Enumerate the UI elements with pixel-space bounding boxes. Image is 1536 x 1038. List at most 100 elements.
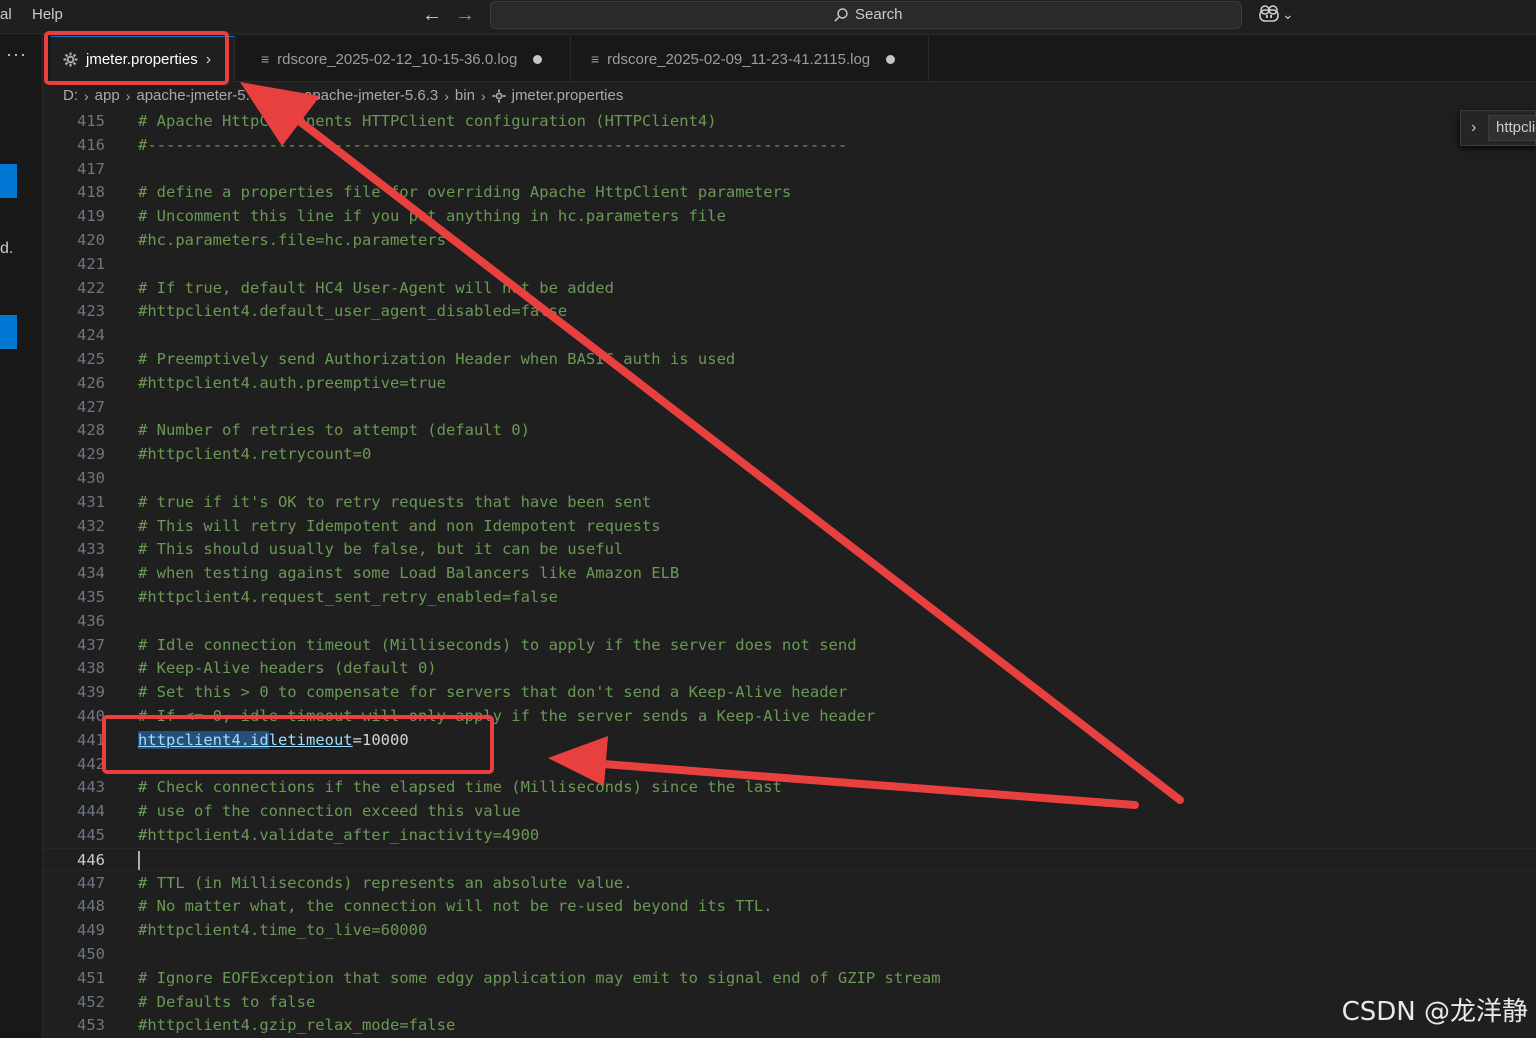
code-editor[interactable]: 415 # Apache HttpComponents HTTPClient co… (43, 108, 1536, 1038)
code-line[interactable]: 430 (43, 467, 1536, 490)
code-line[interactable]: 424 (43, 324, 1536, 347)
code-line[interactable]: 425 # Preemptively send Authorization Hea… (43, 348, 1536, 371)
find-input[interactable]: httpclient4.idletimeout (1488, 115, 1536, 141)
chevron-right-icon: › (444, 87, 449, 104)
breadcrumb-item[interactable]: apache-jmeter-5.6.3_1 (136, 87, 287, 104)
breadcrumb-item[interactable]: jmeter.properties (512, 87, 624, 104)
code-text: #httpclient4.request_sent_retry_enabled=… (138, 588, 558, 606)
active-indicator[interactable] (0, 315, 17, 349)
code-line[interactable]: 443 # Check connections if the elapsed ti… (43, 776, 1536, 799)
code-text: # If <= 0, idle timeout will only apply … (138, 707, 876, 725)
code-line[interactable]: 441 httpclient4.idletimeout=10000 (43, 729, 1536, 752)
code-line[interactable]: 447 # TTL (in Milliseconds) represents an… (43, 872, 1536, 895)
code-line[interactable]: 440 # If <= 0, idle timeout will only app… (43, 705, 1536, 728)
code-line[interactable]: 442 (43, 753, 1536, 776)
line-number: 429 (77, 445, 105, 464)
code-text: #httpclient4.time_to_live=60000 (138, 921, 428, 940)
tab-rdscore-log-1[interactable]: ≡ rdscore_2025-02-12_10-15-36.0.log (249, 36, 571, 82)
line-number: 427 (77, 397, 105, 416)
code-line[interactable]: 436 (43, 610, 1536, 633)
code-line[interactable]: 423 #httpclient4.default_user_agent_disab… (43, 300, 1536, 323)
code-text: # Defaults to false (138, 992, 316, 1011)
command-center-search[interactable]: Search (490, 1, 1242, 29)
chevron-right-icon: › (293, 87, 298, 104)
line-number: 418 (77, 183, 105, 202)
line-number: 419 (77, 207, 105, 226)
code-line[interactable]: 427 (43, 396, 1536, 419)
code-line[interactable]: 437 # Idle connection timeout (Millisecon… (43, 634, 1536, 657)
code-text: # Idle connection timeout (Milliseconds)… (138, 635, 857, 654)
line-number: 424 (77, 326, 105, 345)
code-line[interactable]: 432 # This will retry Idempotent and non … (43, 515, 1536, 538)
modified-dot-icon[interactable] (533, 54, 543, 64)
line-number: 434 (77, 564, 105, 583)
code-line[interactable]: 452 # Defaults to false (43, 991, 1536, 1014)
code-text: # Check connections if the elapsed time … (138, 778, 782, 797)
menu-item-partial[interactable]: al (0, 6, 12, 23)
arrow-left-icon[interactable]: ← (422, 4, 442, 26)
code-text: #httpclient4.gzip_relax_mode=false (138, 1016, 456, 1035)
breadcrumb-item[interactable]: bin (455, 87, 475, 104)
tab-label: rdscore_2025-02-09_11-23-41.2115.log (607, 50, 871, 68)
editor-tab-bar: jmeter.properties › ≡ rdscore_2025-02-12… (43, 36, 1536, 82)
breadcrumb-item[interactable]: D: (63, 87, 78, 104)
code-line[interactable]: 418 # define a properties file for overri… (43, 181, 1536, 204)
line-number: 426 (77, 373, 105, 392)
code-text: # No matter what, the connection will no… (138, 897, 773, 916)
close-icon[interactable]: › (206, 51, 211, 69)
file-lines-icon: ≡ (591, 51, 600, 67)
code-line[interactable]: 431 # true if it's OK to retry requests t… (43, 491, 1536, 514)
code-line[interactable]: 439 # Set this > 0 to compensate for serv… (43, 681, 1536, 704)
code-line[interactable]: 416 #------------------------------------… (43, 134, 1536, 157)
copilot-button[interactable]: ⌄ (1258, 4, 1294, 24)
code-line[interactable]: 444 # use of the connection exceed this v… (43, 800, 1536, 823)
chevron-right-icon: › (84, 87, 89, 104)
code-line[interactable]: 428 # Number of retries to attempt (defau… (43, 419, 1536, 442)
code-line[interactable]: 426 #httpclient4.auth.preemptive=true (43, 372, 1536, 395)
code-line[interactable]: 434 # when testing against some Load Bala… (43, 562, 1536, 585)
active-indicator[interactable] (0, 164, 17, 198)
code-line[interactable]: 429 #httpclient4.retrycount=0 (43, 443, 1536, 466)
code-line[interactable]: 451 # Ignore EOFException that some edgy … (43, 967, 1536, 990)
line-number: 420 (77, 231, 105, 249)
tab-label: rdscore_2025-02-12_10-15-36.0.log (277, 50, 518, 68)
line-number: 415 (77, 112, 105, 130)
find-widget[interactable]: › httpclient4.idletimeout (1460, 110, 1536, 146)
line-number: 435 (77, 588, 105, 606)
code-line[interactable]: 445 #httpclient4.validate_after_inactivit… (43, 824, 1536, 847)
code-text: #httpclient4.default_user_agent_disabled… (138, 302, 568, 321)
tab-jmeter-properties[interactable]: jmeter.properties › (51, 36, 235, 82)
breadcrumb-item[interactable]: apache-jmeter-5.6.3 (304, 87, 438, 104)
code-line[interactable]: 435 #httpclient4.request_sent_retry_enabl… (43, 586, 1536, 609)
line-number: 425 (77, 350, 105, 368)
code-text: # Number of retries to attempt (default … (138, 421, 530, 440)
code-text: #---------------------------------------… (138, 135, 848, 154)
chevron-right-icon[interactable]: › (1471, 119, 1476, 137)
text-cursor (138, 850, 140, 870)
chevron-right-icon: › (480, 87, 486, 104)
search-match-highlight: httpclient4.id (138, 730, 269, 749)
code-line[interactable]: 450 (43, 943, 1536, 966)
more-actions-icon[interactable]: ··· (6, 44, 27, 65)
code-line[interactable]: 449 #httpclient4.time_to_live=60000 (43, 919, 1536, 942)
code-line[interactable]: 448 # No matter what, the connection will… (43, 895, 1536, 918)
arrow-right-icon[interactable]: → (455, 4, 475, 26)
tab-rdscore-log-2[interactable]: ≡ rdscore_2025-02-09_11-23-41.2115.log (579, 36, 929, 82)
line-number: 451 (77, 968, 105, 987)
code-line[interactable]: 420 #hc.parameters.file=hc.parameters (43, 229, 1536, 252)
code-line[interactable]: 446 (43, 847, 1536, 871)
breadcrumb-item[interactable]: app (95, 87, 120, 104)
code-text: # Preemptively send Authorization Header… (138, 350, 736, 368)
code-line[interactable]: 417 (43, 158, 1536, 181)
code-line[interactable]: 422 # If true, default HC4 User-Agent wil… (43, 277, 1536, 300)
code-line[interactable]: 415 # Apache HttpComponents HTTPClient co… (43, 110, 1536, 133)
code-text: #httpclient4.auth.preemptive=true (138, 373, 446, 392)
code-line[interactable]: 421 (43, 253, 1536, 276)
modified-dot-icon[interactable] (886, 54, 896, 64)
menu-item-help[interactable]: Help (32, 6, 63, 23)
code-line[interactable]: 438 # Keep-Alive headers (default 0) (43, 657, 1536, 680)
code-line[interactable]: 453 #httpclient4.gzip_relax_mode=false (43, 1014, 1536, 1037)
code-line[interactable]: 419 # Uncomment this line if you put anyt… (43, 205, 1536, 228)
line-number: 450 (77, 945, 105, 963)
code-line[interactable]: 433 # This should usually be false, but i… (43, 538, 1536, 561)
